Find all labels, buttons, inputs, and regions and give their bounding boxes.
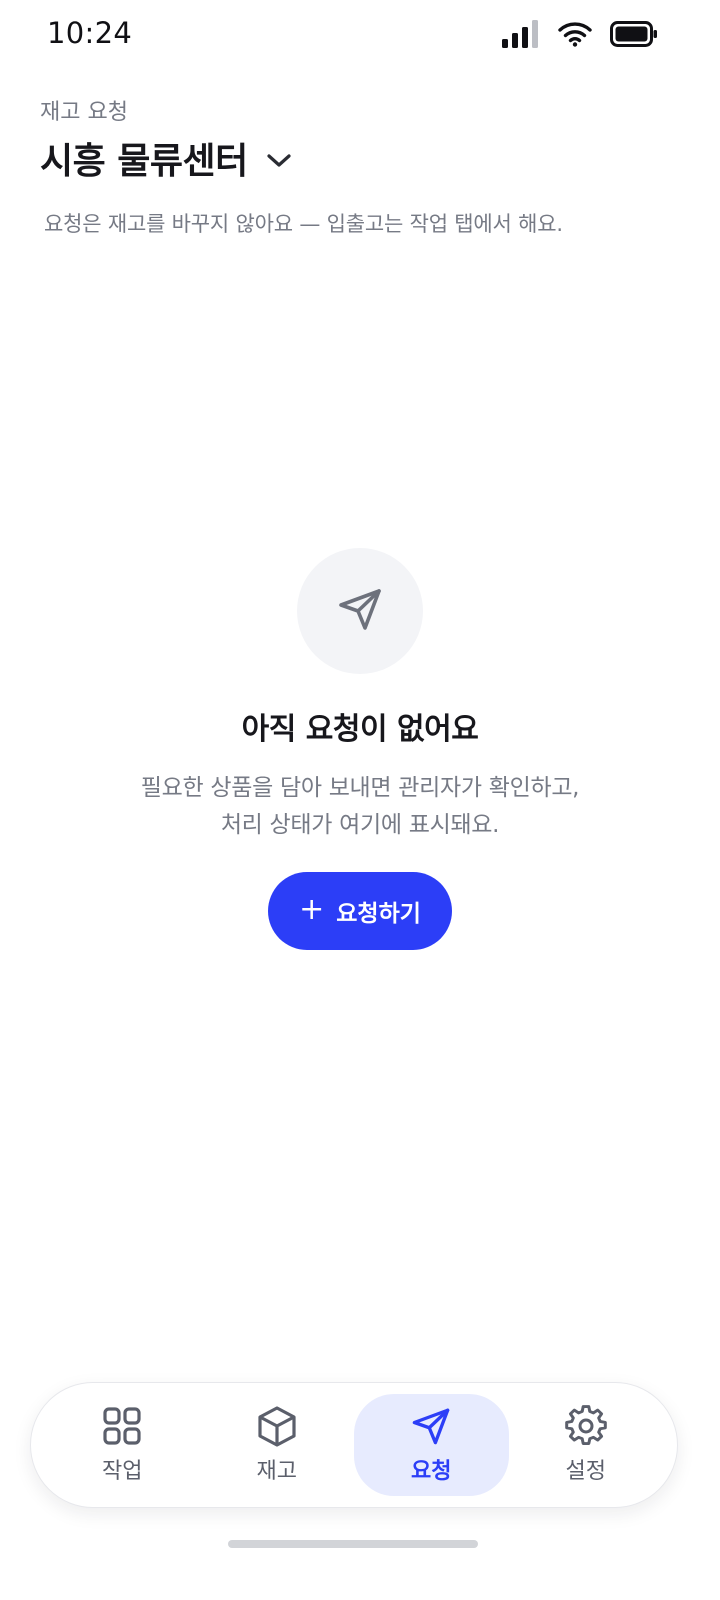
tab-label: 요청 — [411, 1459, 452, 1484]
new-request-button-label: 요청하기 — [336, 901, 421, 927]
tab-settings[interactable]: 설정 — [509, 1394, 664, 1496]
empty-state: 아직 요청이 없어요 필요한 상품을 담아 보내면 관리자가 확인하고, 처리 … — [0, 548, 720, 950]
empty-state-description-line: 필요한 상품을 담아 보내면 관리자가 확인하고, — [140, 775, 580, 801]
tab-label: 재고 — [256, 1459, 297, 1484]
send-icon — [336, 585, 384, 637]
cellular-signal-icon — [502, 20, 540, 48]
page-title[interactable]: 시흥 물류센터 — [40, 132, 248, 184]
home-indicator[interactable] — [228, 1540, 478, 1548]
battery-icon — [610, 21, 658, 47]
status-time: 10:24 — [47, 16, 133, 50]
tab-requests[interactable]: 요청 — [354, 1394, 509, 1496]
location-selector[interactable]: 시흥 물류센터 — [40, 132, 292, 184]
grid-icon — [101, 1405, 143, 1447]
chevron-down-icon[interactable] — [266, 152, 292, 170]
empty-state-title: 아직 요청이 없어요 — [241, 712, 479, 747]
tab-inventory[interactable]: 재고 — [200, 1394, 355, 1496]
page-eyebrow: 재고 요청 — [40, 100, 128, 125]
tab-label: 작업 — [102, 1459, 143, 1484]
tab-tasks[interactable]: 작업 — [45, 1394, 200, 1496]
status-icons — [502, 18, 658, 50]
wifi-icon — [558, 21, 592, 47]
gear-icon — [564, 1405, 607, 1447]
screen: 10:24 재고 요청 시흥 물류센터 요청은 재고를 바꾸지 않아요 — 입출… — [0, 0, 720, 1600]
status-bar: 10:24 — [0, 0, 720, 66]
box-icon — [256, 1405, 298, 1447]
empty-state-illustration — [297, 548, 423, 674]
send-icon — [410, 1405, 452, 1447]
plus-icon: + — [299, 892, 325, 927]
page-subtitle: 요청은 재고를 바꾸지 않아요 — 입출고는 작업 탭에서 해요. — [44, 212, 563, 236]
new-request-button[interactable]: + 요청하기 — [268, 872, 452, 950]
bottom-tab-bar: 작업 재고 요청 설정 — [30, 1382, 678, 1508]
empty-state-description-line: 처리 상태가 여기에 표시돼요. — [220, 812, 500, 838]
empty-state-description: 필요한 상품을 담아 보내면 관리자가 확인하고, 처리 상태가 여기에 표시돼… — [80, 770, 640, 844]
tab-label: 설정 — [565, 1459, 606, 1484]
